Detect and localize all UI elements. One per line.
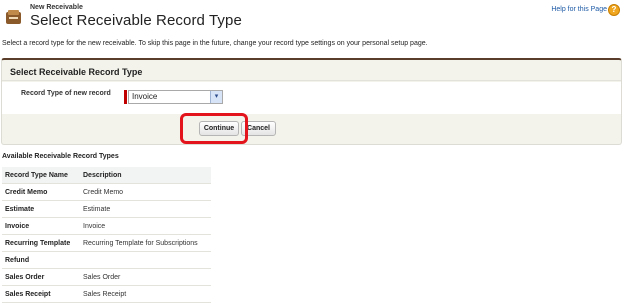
record-type-name: Credit Memo	[2, 183, 80, 201]
intro-text: Select a record type for the new receiva…	[2, 40, 428, 47]
record-type-panel: Select Receivable Record Type Record Typ…	[1, 58, 622, 145]
help-link[interactable]: Help for this Page	[551, 6, 607, 13]
receivable-icon	[6, 10, 21, 24]
required-indicator	[124, 90, 127, 104]
highlight-annotation	[180, 113, 248, 144]
field-row: Record Type of new record Invoice ▾	[2, 82, 621, 114]
page-header: New Receivable Select Receivable Record …	[0, 0, 624, 32]
record-type-description	[80, 251, 211, 269]
panel-divider	[2, 80, 621, 81]
table-row: Sales Receipt Sales Receipt	[2, 285, 211, 303]
page-title: Select Receivable Record Type	[30, 12, 242, 29]
record-type-name: Estimate	[2, 200, 80, 218]
record-type-description: Recurring Template for Subscriptions	[80, 234, 211, 252]
section-title: Available Receivable Record Types	[2, 153, 119, 160]
help-icon[interactable]: ?	[608, 4, 620, 16]
breadcrumb: New Receivable	[30, 4, 83, 11]
table-row: Credit Memo Credit Memo	[2, 183, 211, 201]
column-header: Description	[80, 167, 211, 184]
record-types-table: Record Type Name Description Credit Memo…	[2, 167, 211, 303]
table-header-row: Record Type Name Description	[2, 167, 211, 184]
table-row: Sales Order Sales Order	[2, 268, 211, 286]
record-type-description: Estimate	[80, 200, 211, 218]
select-value: Invoice	[132, 92, 158, 101]
record-type-select[interactable]: Invoice ▾	[128, 90, 223, 104]
record-type-name: Sales Receipt	[2, 285, 80, 303]
chevron-down-icon[interactable]: ▾	[210, 91, 222, 103]
table-row: Invoice Invoice	[2, 217, 211, 235]
button-row: Continue Cancel	[2, 115, 621, 143]
table-row: Recurring Template Recurring Template fo…	[2, 234, 211, 252]
record-type-name: Recurring Template	[2, 234, 80, 252]
record-type-label: Record Type of new record	[21, 90, 111, 97]
record-type-name: Sales Order	[2, 268, 80, 286]
record-type-description: Invoice	[80, 217, 211, 235]
record-type-name: Invoice	[2, 217, 80, 235]
column-header: Record Type Name	[2, 167, 80, 184]
table-row: Estimate Estimate	[2, 200, 211, 218]
record-type-description: Credit Memo	[80, 183, 211, 201]
record-type-description: Sales Receipt	[80, 285, 211, 303]
panel-title: Select Receivable Record Type	[10, 67, 143, 77]
record-type-name: Refund	[2, 251, 80, 269]
record-type-description: Sales Order	[80, 268, 211, 286]
table-row: Refund	[2, 251, 211, 269]
